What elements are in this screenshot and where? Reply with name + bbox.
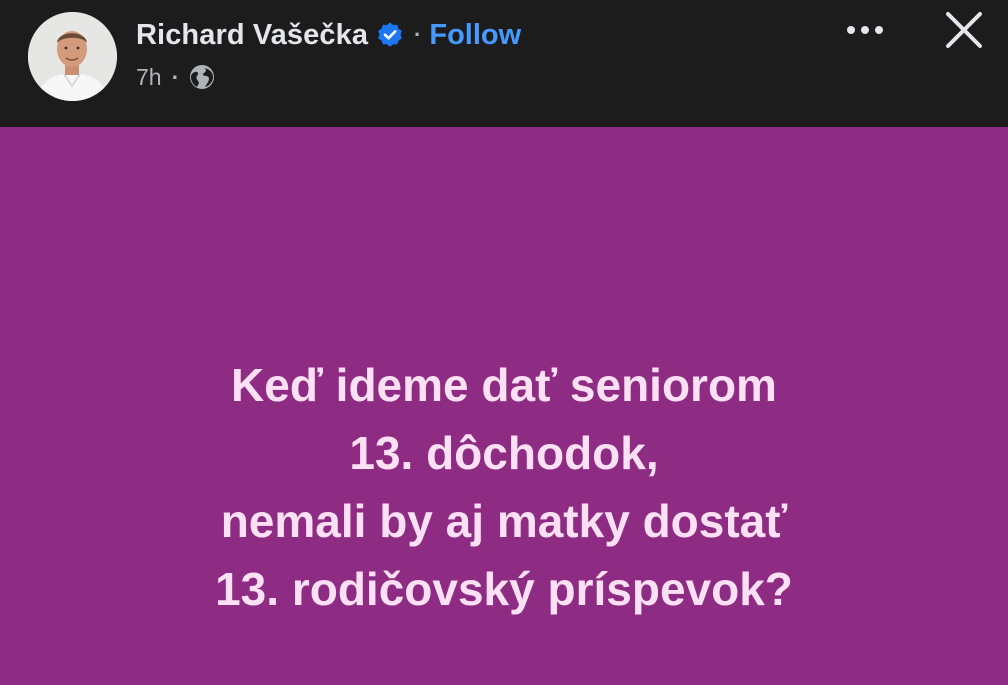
more-options-icon[interactable] [840, 18, 890, 42]
avatar-image [28, 12, 117, 101]
post-text-line: 13. dôchodok, [349, 427, 659, 479]
meta-separator: · [171, 63, 180, 90]
avatar[interactable] [28, 12, 117, 101]
post-text-line: 13. rodičovský príspevok? [215, 563, 793, 615]
author-name[interactable]: Richard Vašečka [136, 19, 368, 52]
author-row: Richard Vašečka · Follow [136, 14, 521, 56]
post-viewer: Richard Vašečka · Follow 7h · Keď ideme … [0, 0, 1008, 685]
verified-badge-icon [376, 21, 404, 49]
name-separator: · [414, 22, 422, 47]
post-text-line: nemali by aj matky dostať [220, 495, 788, 547]
globe-icon[interactable] [189, 64, 215, 90]
close-icon[interactable] [940, 6, 988, 54]
post-text-line: Keď ideme dať seniorom [231, 359, 777, 411]
post-header: Richard Vašečka · Follow 7h · [0, 0, 1008, 127]
follow-button[interactable]: Follow [429, 19, 521, 52]
post-content: Keď ideme dať seniorom 13. dôchodok, nem… [0, 127, 1008, 685]
post-timestamp[interactable]: 7h [136, 64, 162, 91]
post-meta: 7h · [136, 60, 215, 94]
post-text: Keď ideme dať seniorom 13. dôchodok, nem… [0, 351, 1008, 623]
